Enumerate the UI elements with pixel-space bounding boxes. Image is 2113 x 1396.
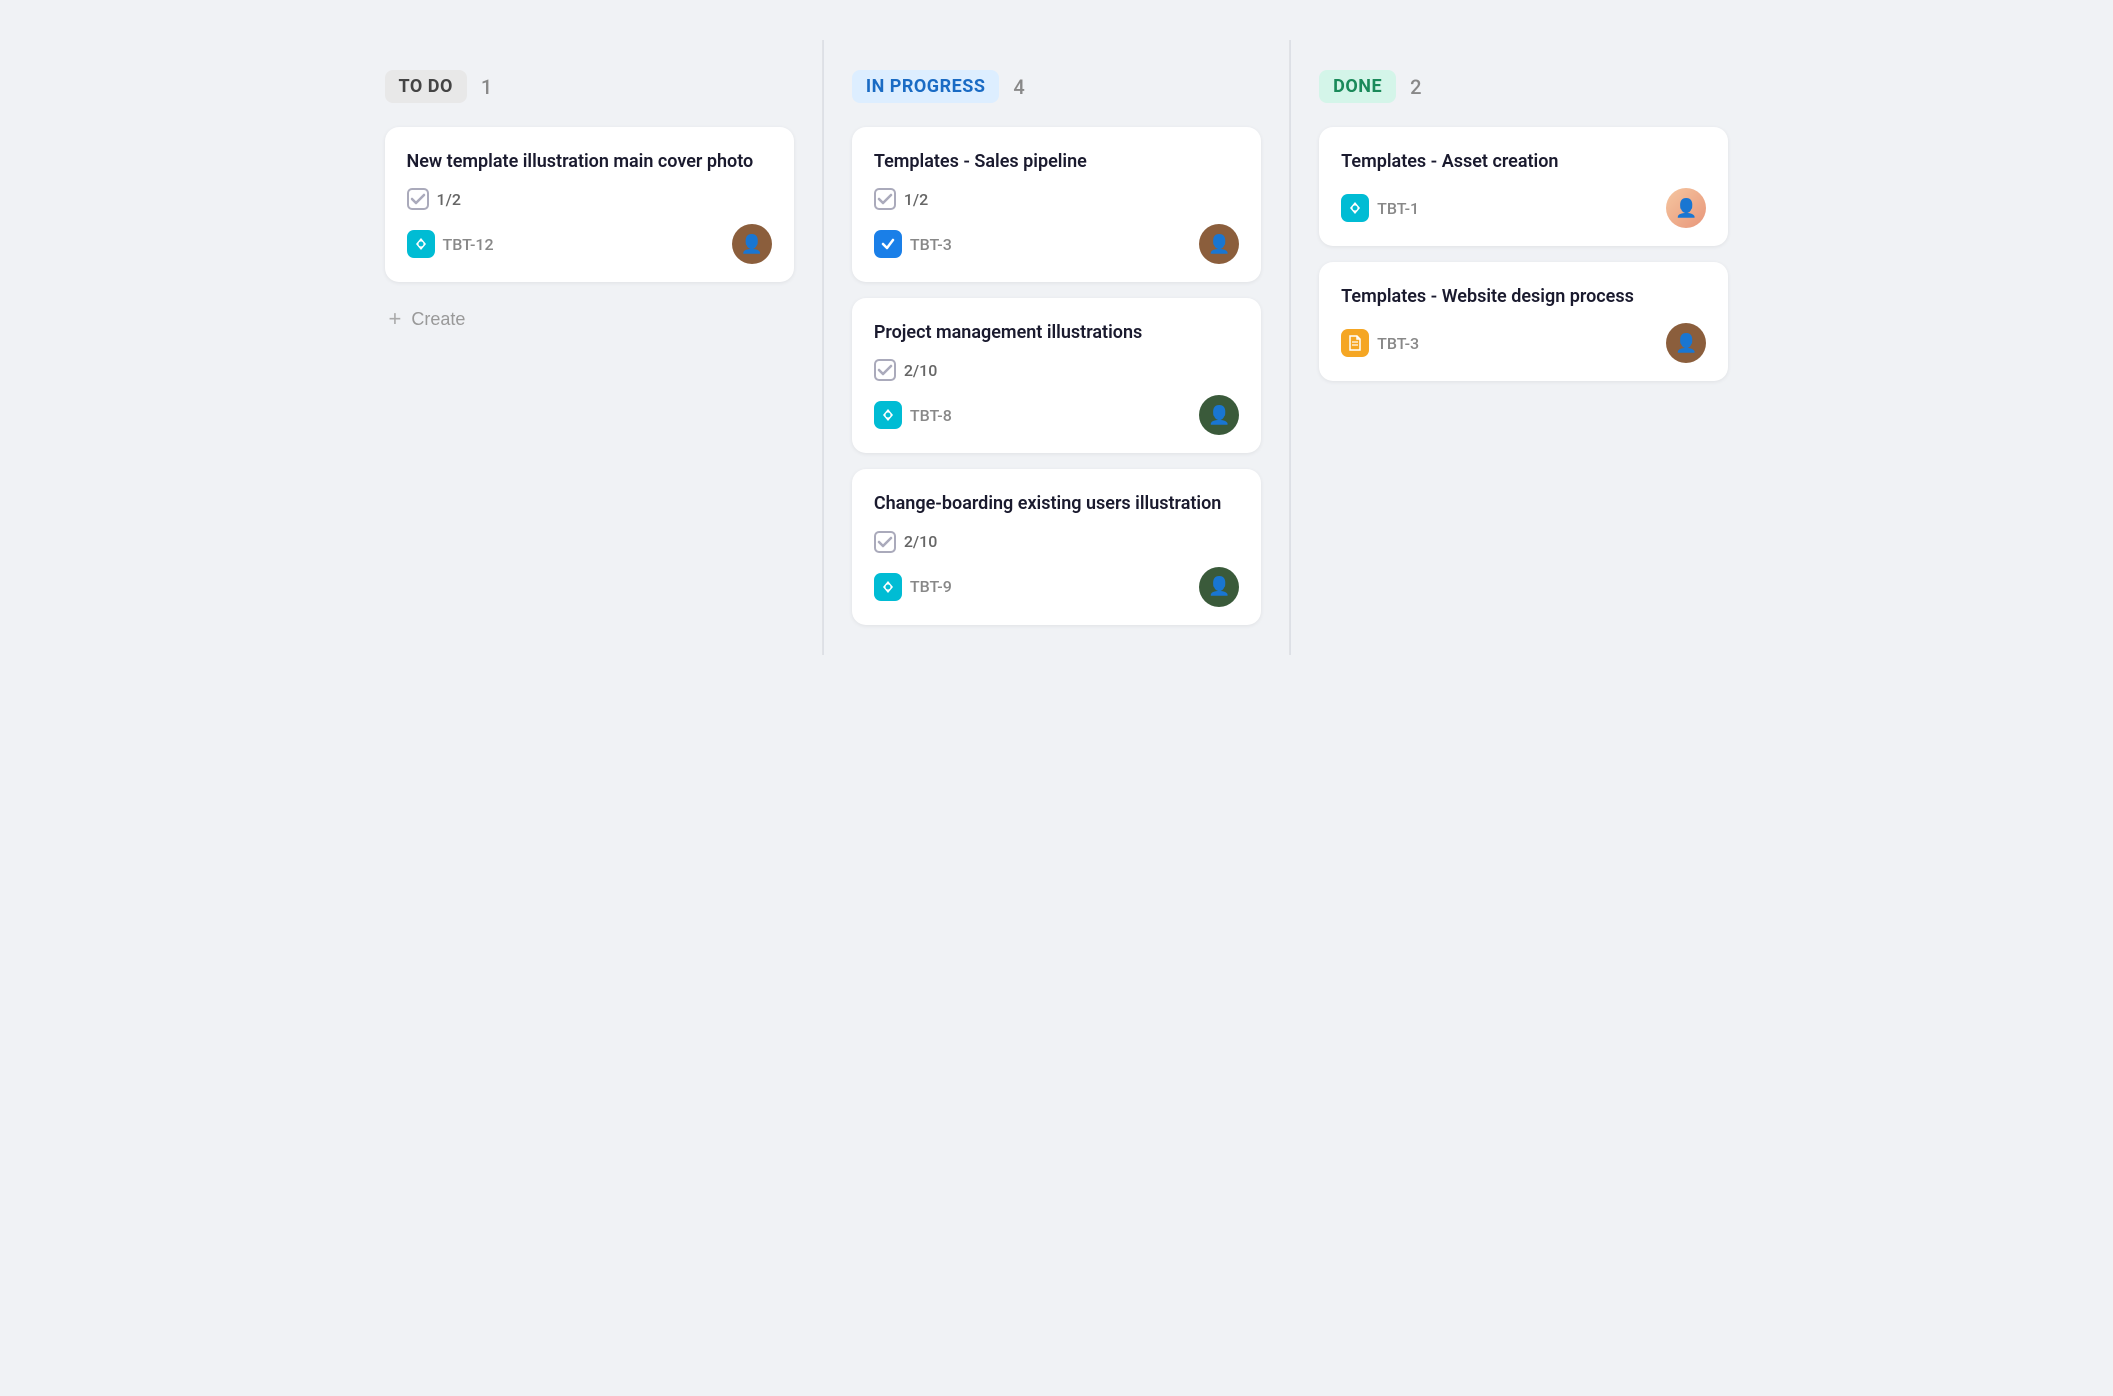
card-done-1-tag-id: TBT-1 (1377, 199, 1419, 218)
card-done-1[interactable]: Templates - Asset creation TBT-1 👤 (1319, 127, 1728, 246)
tag-icon-cyan-3 (874, 573, 902, 601)
check-icon (880, 236, 896, 252)
card-todo-1-title: New template illustration main cover pho… (407, 149, 772, 174)
diamond-icon (413, 236, 429, 252)
card-todo-1-tag: TBT-12 (407, 230, 494, 258)
card-ip-2[interactable]: Project management illustrations 2/10 (852, 298, 1261, 453)
card-ip-3-subtasks: 2/10 (874, 531, 1239, 553)
todo-cards-list: New template illustration main cover pho… (385, 127, 794, 282)
column-done: DONE 2 Templates - Asset creation TBT-1 (1291, 40, 1756, 655)
card-ip-3-tag: TBT-9 (874, 573, 952, 601)
done-count: 2 (1410, 75, 1421, 99)
avatar-done-2: 👤 (1666, 323, 1706, 363)
column-inprogress-header: IN PROGRESS 4 (852, 70, 1261, 103)
inprogress-count: 4 (1013, 75, 1024, 99)
card-done-2[interactable]: Templates - Website design process TBT-3 (1319, 262, 1728, 381)
card-ip-3-tag-id: TBT-9 (910, 577, 952, 596)
card-done-2-footer: TBT-3 👤 (1341, 323, 1706, 363)
todo-count: 1 (481, 75, 492, 99)
card-todo-1[interactable]: New template illustration main cover pho… (385, 127, 794, 282)
tag-icon-check (874, 230, 902, 258)
todo-badge: TO DO (385, 70, 467, 103)
checklist-icon (407, 188, 429, 210)
card-done-1-tag: TBT-1 (1341, 194, 1419, 222)
card-ip-1[interactable]: Templates - Sales pipeline 1/2 (852, 127, 1261, 282)
card-todo-1-subtasks: 1/2 (407, 188, 772, 210)
card-ip-1-tag: TBT-3 (874, 230, 952, 258)
avatar-ip-1: 👤 (1199, 224, 1239, 264)
card-todo-1-tag-id: TBT-12 (443, 235, 494, 254)
tag-icon-cyan-2 (874, 401, 902, 429)
card-done-2-tag-id: TBT-3 (1377, 334, 1419, 353)
card-ip-2-title: Project management illustrations (874, 320, 1239, 345)
create-label: Create (411, 309, 465, 330)
column-todo-header: TO DO 1 (385, 70, 794, 103)
card-ip-3-footer: TBT-9 👤 (874, 567, 1239, 607)
tag-icon-orange-done2 (1341, 329, 1369, 357)
avatar-todo-1: 👤 (732, 224, 772, 264)
column-done-header: DONE 2 (1319, 70, 1728, 103)
checklist-icon (874, 531, 896, 553)
checklist-icon (874, 188, 896, 210)
card-done-1-title: Templates - Asset creation (1341, 149, 1706, 174)
card-ip-2-tag: TBT-8 (874, 401, 952, 429)
card-ip-1-subtask-count: 1/2 (904, 190, 928, 209)
card-done-2-tag: TBT-3 (1341, 329, 1419, 357)
card-ip-2-subtask-count: 2/10 (904, 361, 938, 380)
avatar-ip-2: 👤 (1199, 395, 1239, 435)
inprogress-cards-list: Templates - Sales pipeline 1/2 (852, 127, 1261, 625)
card-ip-3-subtask-count: 2/10 (904, 532, 938, 551)
checklist-icon (874, 359, 896, 381)
avatar-ip-3: 👤 (1199, 567, 1239, 607)
kanban-board: TO DO 1 New template illustration main c… (357, 40, 1757, 655)
done-badge: DONE (1319, 70, 1396, 103)
tag-icon-cyan (407, 230, 435, 258)
column-inprogress: IN PROGRESS 4 Templates - Sales pipeline… (824, 40, 1290, 655)
card-ip-1-subtasks: 1/2 (874, 188, 1239, 210)
card-done-2-title: Templates - Website design process (1341, 284, 1706, 309)
inprogress-badge: IN PROGRESS (852, 70, 1000, 103)
diamond-icon-3 (880, 579, 896, 595)
card-ip-1-tag-id: TBT-3 (910, 235, 952, 254)
column-todo: TO DO 1 New template illustration main c… (357, 40, 823, 655)
avatar-done-1: 👤 (1666, 188, 1706, 228)
diamond-icon-done1 (1347, 200, 1363, 216)
card-ip-3-title: Change-boarding existing users illustrat… (874, 491, 1239, 516)
tag-icon-cyan-done1 (1341, 194, 1369, 222)
card-ip-1-footer: TBT-3 👤 (874, 224, 1239, 264)
file-icon-done2 (1348, 335, 1362, 351)
card-ip-1-title: Templates - Sales pipeline (874, 149, 1239, 174)
done-cards-list: Templates - Asset creation TBT-1 👤 (1319, 127, 1728, 381)
card-ip-3[interactable]: Change-boarding existing users illustrat… (852, 469, 1261, 624)
card-ip-2-tag-id: TBT-8 (910, 406, 952, 425)
todo-create-button[interactable]: + Create (385, 302, 470, 336)
card-todo-1-subtask-count: 1/2 (437, 190, 461, 209)
diamond-icon-2 (880, 407, 896, 423)
card-done-1-footer: TBT-1 👤 (1341, 188, 1706, 228)
card-ip-2-subtasks: 2/10 (874, 359, 1239, 381)
card-todo-1-footer: TBT-12 👤 (407, 224, 772, 264)
card-ip-2-footer: TBT-8 👤 (874, 395, 1239, 435)
create-plus-icon: + (389, 308, 402, 330)
